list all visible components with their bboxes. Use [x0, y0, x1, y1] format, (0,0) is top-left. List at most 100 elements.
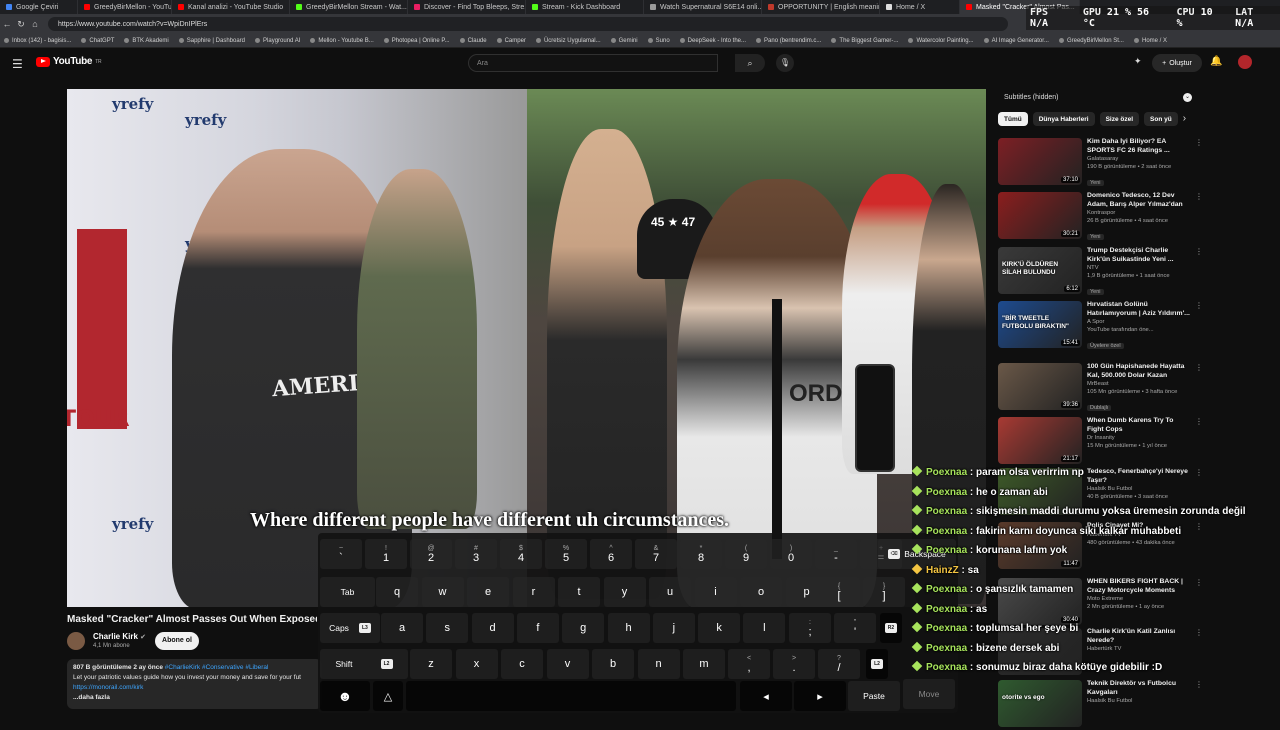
key-t[interactable]: t: [558, 577, 600, 607]
channel-name[interactable]: A Spor: [1087, 318, 1190, 326]
channel-name[interactable]: Haalsik Bu Futbol: [1087, 485, 1190, 493]
search-input[interactable]: Ara: [468, 54, 718, 72]
description-box[interactable]: 807 B görüntüleme 2 ay önce #CharlieKirk…: [67, 659, 322, 709]
browser-tab[interactable]: Watch Supernatural S6E14 onli...: [644, 0, 762, 14]
video-title[interactable]: Charlie Kirk'ün Katil Zanlısı Nerede?: [1087, 628, 1190, 645]
more-options-icon[interactable]: ⋮: [1195, 247, 1203, 297]
recommended-video[interactable]: 37:10 Kim Daha İyi Biliyor? EA SPORTS FC …: [998, 138, 1203, 188]
video-title[interactable]: Domenico Tedesco, 12 Dev Adam, Barış Alp…: [1087, 192, 1190, 209]
more-options-icon[interactable]: ⋮: [1195, 628, 1203, 678]
browser-tab[interactable]: Discover - Find Top Bleeps, Stre...: [408, 0, 526, 14]
r2-badge[interactable]: R2: [880, 613, 902, 643]
more-options-icon[interactable]: ⋮: [1195, 680, 1203, 730]
key-s[interactable]: s: [426, 613, 469, 643]
more-options-icon[interactable]: ⋮: [1195, 578, 1203, 628]
more-options-icon[interactable]: ⋮: [1195, 417, 1203, 467]
filter-chip[interactable]: Dünya Haberleri: [1032, 112, 1095, 126]
key-m[interactable]: m: [683, 649, 725, 679]
browser-tab[interactable]: Google Çeviri: [0, 0, 78, 14]
recommended-video[interactable]: 30:21 Domenico Tedesco, 12 Dev Adam, Barı…: [998, 192, 1203, 242]
bookmark-item[interactable]: ChatGPT: [81, 38, 114, 44]
key-r[interactable]: r: [512, 577, 555, 607]
emoji-key[interactable]: ☻: [320, 681, 370, 711]
description-tags[interactable]: #CharlieKirk #Conservative #Liberal: [165, 664, 269, 671]
l2-badge[interactable]: L2: [866, 649, 888, 679]
bookmark-item[interactable]: Pano (bentrendim.c...: [756, 38, 821, 44]
more-options-icon[interactable]: ⋮: [1195, 192, 1203, 242]
video-thumbnail[interactable]: 37:10: [998, 138, 1082, 185]
key-6[interactable]: ^ 6: [590, 539, 632, 569]
channel-name[interactable]: Dr Insanity: [1087, 434, 1190, 442]
browser-tab[interactable]: GreedyBirMellon - YouTube: [78, 0, 172, 14]
key-punct[interactable]: " ': [834, 613, 876, 643]
triangle-key[interactable]: △: [373, 681, 403, 711]
video-title[interactable]: Hırvatistan Golünü Hatırlamıyorum | Aziz…: [1087, 301, 1190, 318]
key-i[interactable]: i: [694, 577, 737, 607]
recommended-video[interactable]: "BİR TWEETLE FUTBOLU BIRAKTIN" 15:41 Hırva…: [998, 301, 1203, 351]
more-options-icon[interactable]: ⋮: [1195, 138, 1203, 188]
show-more-link[interactable]: ...daha fazla: [73, 693, 316, 703]
channel-name[interactable]: MrBeast: [1087, 380, 1190, 388]
key-j[interactable]: j: [652, 613, 695, 643]
caps-key[interactable]: Caps L3: [320, 613, 380, 643]
key-5[interactable]: % 5: [545, 539, 587, 569]
key-punct[interactable]: >.: [773, 649, 815, 679]
channel-name[interactable]: Haalsik Bu Futbol: [1087, 697, 1190, 705]
browser-tab[interactable]: Kanal analizi - YouTube Studio: [172, 0, 290, 14]
channel-name[interactable]: Galatasaray: [1087, 155, 1190, 163]
video-title[interactable]: Tedesco, Fenerbahçe'yi Nereye Taşır?: [1087, 468, 1190, 485]
channel-name[interactable]: Moto Extreme: [1087, 595, 1190, 603]
browser-tab[interactable]: Stream - Kick Dashboard: [526, 0, 644, 14]
recommended-video[interactable]: 21:17 When Dumb Karens Try To Fight Cops D…: [998, 417, 1203, 467]
bookmark-item[interactable]: Inbox (142) - bagisis...: [4, 38, 71, 44]
video-title[interactable]: Trump Destekçisi Charlie Kirk'ün Suikast…: [1087, 247, 1190, 264]
bookmark-item[interactable]: GreedyBirMellon St...: [1058, 38, 1124, 44]
key-n[interactable]: n: [637, 649, 680, 679]
reload-icon[interactable]: ↻: [14, 19, 28, 30]
bookmark-item[interactable]: Gemini: [610, 38, 638, 44]
key-punct[interactable]: ? /: [818, 649, 860, 679]
notifications-bell-icon[interactable]: 🔔: [1210, 56, 1222, 67]
key-8[interactable]: * 8: [680, 539, 722, 569]
right-arrow-key[interactable]: ▸: [794, 681, 846, 711]
move-key[interactable]: Move: [903, 679, 955, 709]
key-punct[interactable]: :;: [789, 613, 831, 643]
account-avatar[interactable]: [1238, 55, 1252, 69]
bookmark-item[interactable]: The Biggest Gamer-...: [831, 38, 898, 44]
key-9[interactable]: (9: [725, 539, 767, 569]
video-thumbnail[interactable]: "BİR TWEETLE FUTBOLU BIRAKTIN" 15:41: [998, 301, 1082, 348]
space-key[interactable]: [406, 681, 736, 711]
key-o[interactable]: o: [740, 577, 782, 607]
video-thumbnail[interactable]: KIRK'Ü ÖLDÜREN SİLAH BULUNDU 6:12: [998, 247, 1082, 294]
search-button[interactable]: ⌕: [735, 54, 765, 72]
more-options-icon[interactable]: ⋮: [1195, 522, 1203, 572]
bookmark-item[interactable]: Camper: [496, 38, 526, 44]
bookmark-item[interactable]: Photopea | Online P...: [383, 38, 450, 44]
key-x[interactable]: x: [455, 649, 498, 679]
video-thumbnail[interactable]: 30:21: [998, 192, 1082, 239]
video-thumbnail[interactable]: 21:17: [998, 417, 1082, 464]
key-u[interactable]: u: [649, 577, 691, 607]
bookmark-item[interactable]: DeepSeek - Into the...: [679, 38, 746, 44]
video-title[interactable]: Teknik Direktör vs Futbolcu Kavgaları: [1087, 680, 1190, 697]
key-b[interactable]: b: [592, 649, 634, 679]
bookmark-item[interactable]: Claude: [459, 38, 487, 44]
hamburger-menu-icon[interactable]: ☰: [12, 57, 23, 71]
key-punct[interactable]: <,: [728, 649, 770, 679]
description-link[interactable]: https://monorail.com/kirk: [73, 683, 316, 693]
subscribe-button[interactable]: Abone ol: [155, 632, 199, 650]
key-l[interactable]: l: [743, 613, 786, 643]
browser-tab[interactable]: OPPORTUNITY | English meanin...: [762, 0, 880, 14]
recommended-video[interactable]: otorite vs ego Teknik Direktör vs Futbolc…: [998, 680, 1203, 730]
chevron-right-icon[interactable]: ›: [1183, 112, 1186, 126]
key-2[interactable]: @2: [410, 539, 452, 569]
voice-search-icon[interactable]: 🎙: [776, 54, 794, 72]
subtitles-hidden-bar[interactable]: Subtitles (hidden) ⌄: [998, 88, 1198, 106]
cast-icon[interactable]: ✦: [1134, 56, 1142, 67]
browser-tab[interactable]: GreedyBirMellon Stream - Wat...: [290, 0, 408, 14]
key-d[interactable]: d: [471, 613, 514, 643]
channel-name[interactable]: Habertürk TV: [1087, 645, 1190, 653]
video-title[interactable]: Kim Daha İyi Biliyor? EA SPORTS FC 26 Ra…: [1087, 138, 1190, 155]
home-icon[interactable]: ⌂: [28, 19, 42, 29]
browser-tab[interactable]: Home / X: [880, 0, 960, 14]
